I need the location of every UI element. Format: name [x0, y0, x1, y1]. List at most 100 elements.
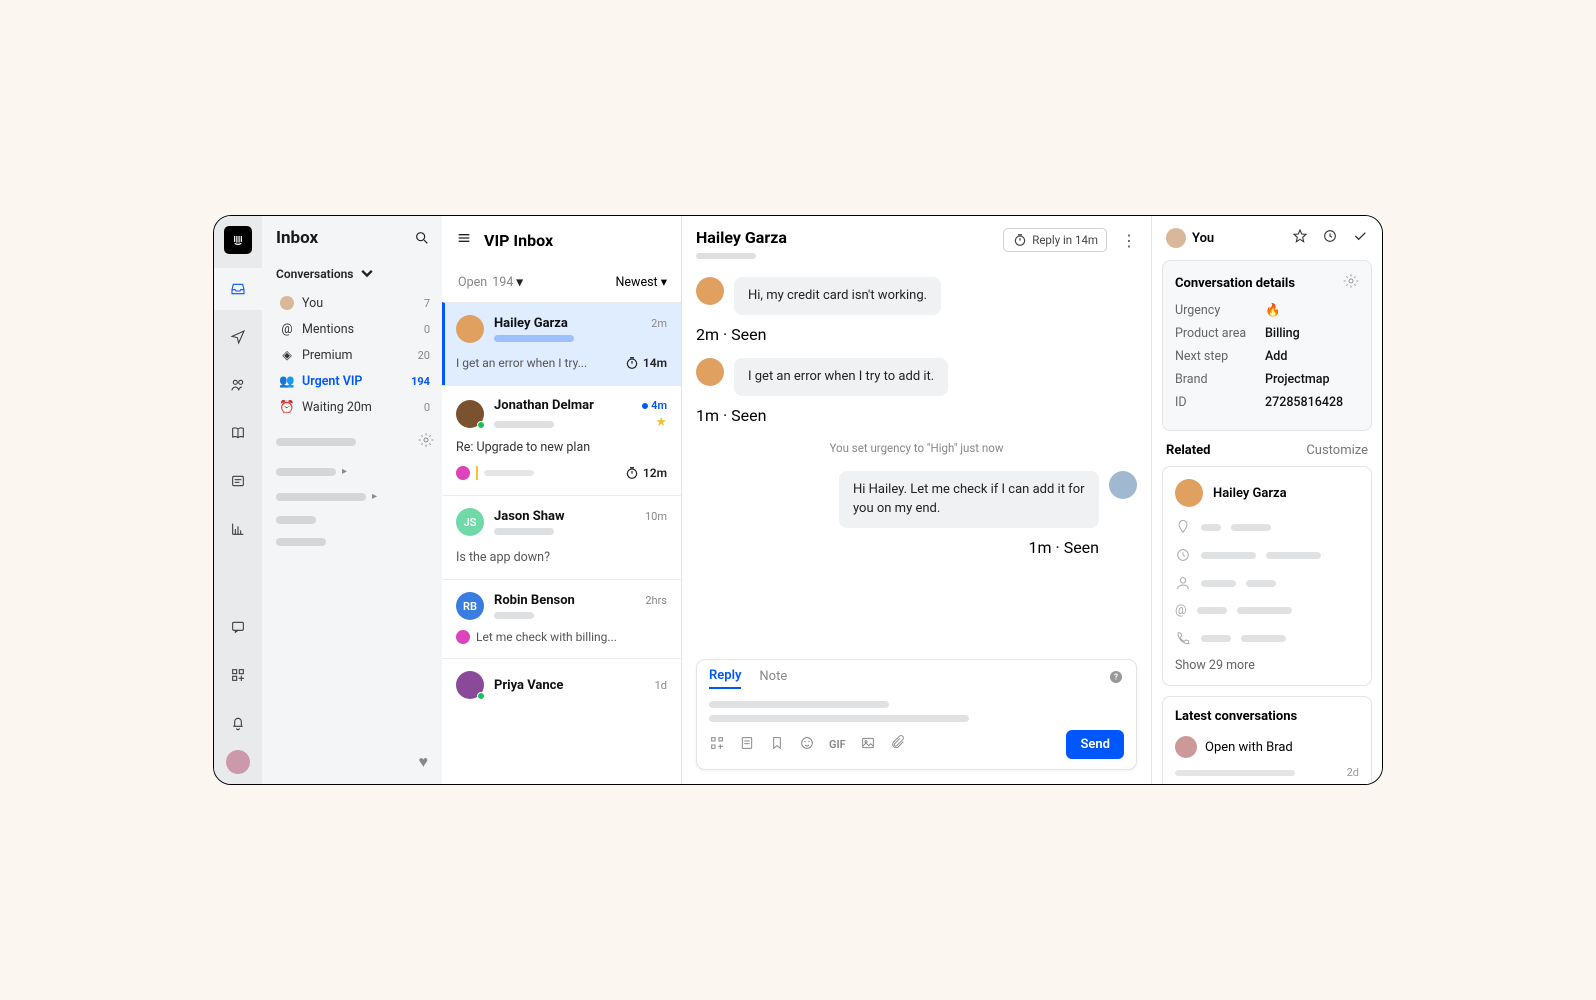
star-icon: ★	[655, 415, 667, 430]
apps-icon	[230, 667, 246, 683]
progress-bar	[494, 335, 574, 342]
emoji-icon	[799, 735, 815, 751]
nav-apps[interactable]	[214, 654, 262, 696]
avatar: JS	[456, 508, 484, 536]
conversation-list: VIP Inbox Open 194 ▾ Newest ▾ Hailey Gar…	[442, 216, 682, 784]
star-button[interactable]	[1292, 228, 1308, 248]
gear-icon	[418, 432, 434, 448]
conversations-section[interactable]: Conversations	[276, 266, 434, 282]
message-meta: 1m · Seen	[696, 406, 1137, 425]
message-out: Hi Hailey. Let me check if I can add it …	[696, 471, 1137, 527]
nav-send[interactable]	[214, 316, 262, 358]
phone-icon	[1175, 630, 1191, 646]
nav-reports[interactable]	[214, 508, 262, 550]
bookmark-icon	[769, 735, 785, 751]
you-avatar-icon	[280, 296, 294, 310]
star-icon	[1292, 228, 1308, 244]
show-more-button[interactable]: Show 29 more	[1175, 658, 1359, 673]
search-button[interactable]	[414, 230, 430, 250]
open-filter[interactable]: Open 194 ▾	[456, 274, 523, 290]
contact-card: Hailey Garza @ Show 29 more	[1162, 466, 1372, 686]
collapsed-group[interactable]: ▸	[276, 491, 434, 502]
sidebar-item-waiting[interactable]: ⏰Waiting 20m0	[276, 394, 434, 420]
attachment-button[interactable]	[890, 735, 906, 755]
system-message: You set urgency to "High" just now	[696, 441, 1137, 455]
snooze-button[interactable]	[1322, 228, 1338, 248]
sidebar-item-premium[interactable]: ◈Premium20	[276, 342, 434, 368]
svg-text:?: ?	[1114, 672, 1118, 681]
chevron-down-icon	[359, 266, 375, 282]
favorite-button[interactable]: ♥	[419, 752, 429, 772]
avatar: RB	[456, 592, 484, 620]
gear-icon	[1343, 273, 1359, 289]
avatar	[456, 315, 484, 343]
doc-icon	[739, 735, 755, 751]
app-logo	[224, 226, 252, 254]
bookmark-button[interactable]	[769, 735, 785, 755]
pin-icon	[1175, 519, 1191, 535]
nav-article[interactable]	[214, 460, 262, 502]
help-icon: ?	[1108, 669, 1124, 685]
gif-button[interactable]: GIF	[829, 738, 846, 751]
nav-messages[interactable]	[214, 606, 262, 648]
sidebar-item-you[interactable]: You7	[276, 290, 434, 316]
avatar	[456, 671, 484, 699]
send-button[interactable]: Send	[1066, 730, 1124, 759]
composer-text-placeholder[interactable]	[709, 701, 889, 708]
check-icon	[1352, 228, 1368, 244]
people-small-icon: 👥	[280, 374, 294, 388]
clock-icon	[1175, 547, 1191, 563]
search-icon	[414, 230, 430, 246]
conversation-item[interactable]: RB Robin Benson2hrs Let me check with bi…	[442, 579, 681, 658]
customize-button[interactable]: Customize	[1306, 443, 1368, 458]
conversation-item[interactable]: Priya Vance1d	[442, 658, 681, 713]
tab-reply[interactable]: Reply	[709, 668, 741, 689]
image-button[interactable]	[860, 735, 876, 755]
nav-user-avatar[interactable]	[226, 750, 250, 774]
paperclip-icon	[890, 735, 906, 751]
close-button[interactable]	[1352, 228, 1368, 248]
timer-icon	[624, 465, 640, 481]
conversation-item[interactable]: Hailey Garza2m I get an error when I try…	[442, 302, 681, 385]
diamond-icon: ◈	[280, 348, 294, 362]
emoji-button[interactable]	[799, 735, 815, 755]
collapsed-group[interactable]: ▸	[276, 466, 434, 477]
conversation-details-card: Conversation details Urgency🔥 Product ar…	[1162, 260, 1372, 431]
sidebar-item-mentions[interactable]: @Mentions0	[276, 316, 434, 342]
contact-name[interactable]: Hailey Garza	[1175, 479, 1359, 507]
sort-dropdown[interactable]: Newest ▾	[616, 274, 667, 290]
article-button[interactable]	[739, 735, 755, 755]
you-avatar	[1166, 228, 1186, 248]
latest-item[interactable]: Open with Brad	[1175, 736, 1359, 758]
app-window: Inbox Conversations You7 @Mentions0 ◈Pre…	[213, 215, 1383, 785]
more-menu[interactable]: ⋮	[1121, 231, 1137, 250]
nav-people[interactable]	[214, 364, 262, 406]
timer-icon	[1012, 232, 1028, 248]
sidebar-settings[interactable]	[418, 432, 434, 452]
nav-book[interactable]	[214, 412, 262, 454]
list-title: VIP Inbox	[484, 231, 553, 250]
article-icon	[230, 473, 246, 489]
thread-title: Hailey Garza	[696, 228, 787, 247]
help-button[interactable]: ?	[1108, 669, 1124, 689]
conversation-item[interactable]: Jonathan Delmar4m ★ Re: Upgrade to new p…	[442, 385, 681, 495]
composer: Reply Note ? GIF Send	[696, 659, 1137, 770]
shortcuts-button[interactable]	[709, 735, 725, 755]
placeholder-item	[276, 538, 434, 546]
placeholder-bar	[1175, 770, 1295, 776]
sidebar-item-urgent-vip[interactable]: 👥Urgent VIP194	[276, 368, 434, 394]
tab-note[interactable]: Note	[759, 669, 787, 688]
list-menu-button[interactable]	[456, 230, 472, 250]
composer-text-placeholder[interactable]	[709, 715, 969, 722]
conversation-item[interactable]: JS Jason Shaw10m Is the app down?	[442, 495, 681, 579]
avatar	[696, 358, 724, 386]
avatar	[1175, 736, 1197, 758]
placeholder-item	[276, 516, 434, 524]
nav-inbox[interactable]	[214, 268, 262, 310]
assignee[interactable]: You	[1166, 228, 1214, 248]
details-settings[interactable]	[1343, 273, 1359, 293]
reply-time-pill: Reply in 14m	[1003, 228, 1107, 252]
timer-icon	[624, 355, 640, 371]
chart-icon	[230, 521, 246, 537]
nav-notifications[interactable]	[214, 702, 262, 744]
